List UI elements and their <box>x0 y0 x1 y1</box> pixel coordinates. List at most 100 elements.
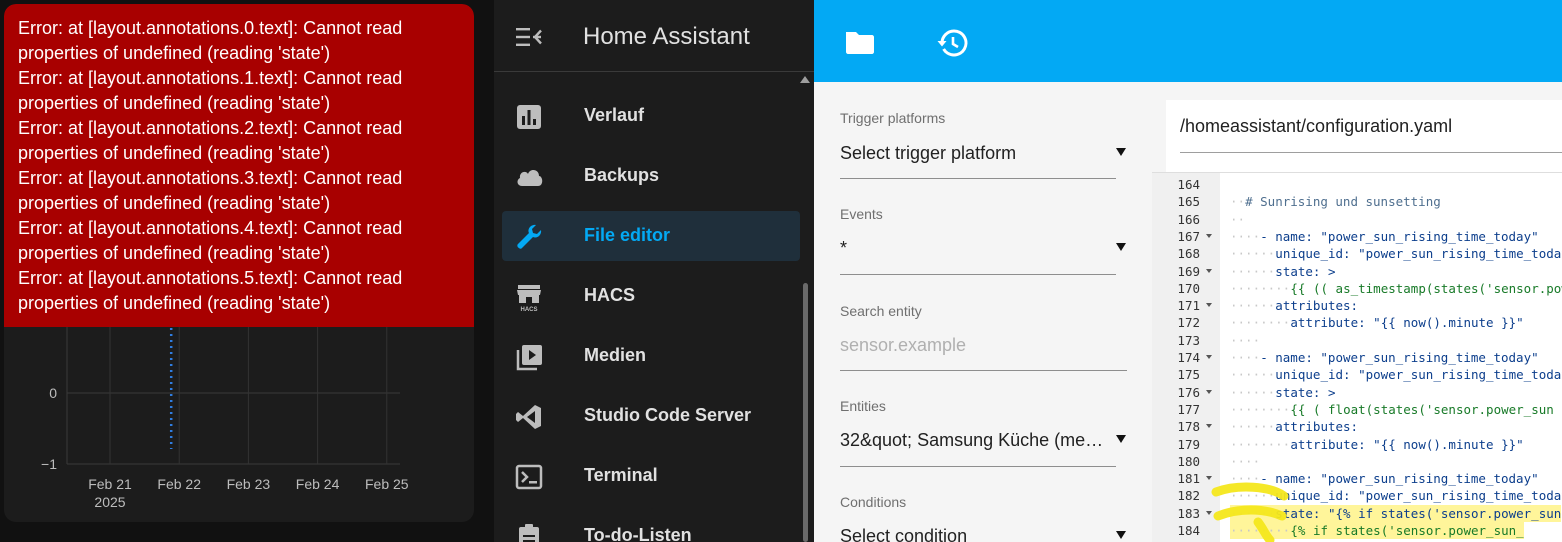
fold-arrow-icon[interactable] <box>1206 303 1212 308</box>
history-icon[interactable] <box>937 27 969 59</box>
fold-arrow-icon[interactable] <box>1206 233 1212 238</box>
indent-guide: ···· <box>1230 228 1261 244</box>
line-number: 166 <box>1177 211 1200 227</box>
sidebar-item-studio-code-server[interactable]: Studio Code Server <box>502 391 800 441</box>
sidebar-item-verlauf[interactable]: Verlauf <box>502 91 800 141</box>
error-line: Error: at [layout.annotations.4.text]: C… <box>18 218 403 263</box>
line-number: 168 <box>1177 246 1200 262</box>
sidebar-item-label: Medien <box>584 345 647 365</box>
fold-arrow-icon[interactable] <box>1206 424 1212 429</box>
code-line: 178 ······ attributes: <box>1152 418 1562 435</box>
y-tick-label: 0 <box>49 385 57 401</box>
code-line: 167 ···· - name: "power_sun_rising_time_to… <box>1152 228 1562 245</box>
file-editor-main: Trigger platforms Select trigger platfor… <box>814 0 1562 542</box>
indent-guide: ······ <box>1230 384 1276 400</box>
chevron-down-icon[interactable] <box>1116 435 1126 443</box>
sidebar-item-backups[interactable]: Backups <box>502 151 800 201</box>
code-line: 173 ···· <box>1152 332 1562 349</box>
code-text: attributes: <box>1275 419 1359 435</box>
line-number: 179 <box>1177 436 1200 452</box>
hacs-store-icon: HACS <box>514 282 544 313</box>
indent-guide: ········ <box>1230 436 1291 452</box>
app-title: Home Assistant <box>583 23 750 50</box>
svg-text:HACS: HACS <box>520 307 537 312</box>
sidebar-item-label: Terminal <box>584 465 658 485</box>
line-number: 180 <box>1177 453 1200 469</box>
code-line: 169 ······ state: > <box>1152 263 1562 280</box>
code-text: attributes: <box>1275 298 1359 314</box>
trigger-panel: Trigger platforms Select trigger platfor… <box>814 82 1150 542</box>
code-text: {% if states('sensor.power_sun_ <box>1290 522 1524 539</box>
sidebar-item-medien[interactable]: Medien <box>502 331 800 381</box>
error-line: Error: at [layout.annotations.3.text]: C… <box>18 168 403 213</box>
cloud-icon <box>514 162 544 192</box>
indent-guide: ·· <box>1230 194 1246 210</box>
sidebar-item-label: Verlauf <box>584 105 645 125</box>
code-text: attribute: "{{ now().minute }}" <box>1290 315 1524 331</box>
fold-arrow-icon[interactable] <box>1206 268 1212 273</box>
sidebar-item-label: Backups <box>584 165 660 185</box>
indent-guide: ······ <box>1230 367 1276 383</box>
indent-guide: ···· <box>1230 453 1261 469</box>
line-number: 165 <box>1177 194 1200 210</box>
line-number: 182 <box>1177 488 1200 504</box>
screen: new textnew textnew textnew textnew text… <box>0 0 1562 542</box>
line-number: 174 <box>1177 350 1200 365</box>
code-text: state: "{% if states('sensor.power_sun <box>1275 504 1562 522</box>
line-number: 178 <box>1177 419 1200 435</box>
trigger-platform-select[interactable]: Select trigger platform <box>840 143 1112 164</box>
line-number: 176 <box>1177 384 1200 400</box>
y-tick-label: −1 <box>41 456 57 472</box>
highlight-scribble <box>1211 482 1289 542</box>
sidebar-item-file-editor[interactable]: File editor <box>502 211 800 261</box>
sidebar-item-terminal[interactable]: Terminal <box>502 451 800 501</box>
line-number: 171 <box>1177 298 1200 314</box>
trigger-platforms-label: Trigger platforms <box>840 110 946 126</box>
field-underline <box>1180 152 1562 153</box>
code-text: - name: "power_sun_rising_time_today" <box>1260 471 1539 487</box>
code-line: 174 ···· - name: "power_sun_rising_time_to… <box>1152 349 1562 366</box>
sidebar-item-hacs[interactable]: HACS HACS <box>502 271 800 321</box>
indent-guide: ······ <box>1230 263 1276 279</box>
play-box-icon <box>514 342 544 372</box>
sidebar-item-label: HACS <box>584 285 636 305</box>
fold-arrow-icon[interactable] <box>1206 355 1212 359</box>
chevron-down-icon[interactable] <box>1116 148 1126 156</box>
entities-select[interactable]: 32&quot; Samsung Küche (media_player.sam… <box>840 430 1112 451</box>
code-text: - name: "power_sun_rising_time_today" <box>1260 228 1539 244</box>
chevron-down-icon[interactable] <box>1116 243 1126 251</box>
indent-guide: ······ <box>1230 419 1276 435</box>
fold-arrow-icon[interactable] <box>1206 389 1212 394</box>
scroll-up-arrow-icon[interactable] <box>800 76 810 83</box>
conditions-select[interactable]: Select condition <box>840 526 1112 542</box>
chevron-down-icon[interactable] <box>1116 531 1126 539</box>
sidebar-header: Home Assistant <box>494 0 814 72</box>
code-line: 171 ······ attributes: <box>1152 297 1562 314</box>
code-line: 180 ···· <box>1152 453 1562 470</box>
search-entity-input[interactable]: sensor.example <box>840 335 1112 356</box>
x-tick-label: Feb 22 <box>157 476 201 492</box>
line-number: 181 <box>1177 471 1200 487</box>
sidebar-item-label: Studio Code Server <box>584 405 752 425</box>
code-text: {{ ( float(states('sensor.power_sun <box>1290 401 1554 417</box>
indent-guide: ········ <box>1230 401 1291 417</box>
code-line: 172 ········ attribute: "{{ now().minute }… <box>1152 314 1562 331</box>
sidebar-item-label: File editor <box>584 225 671 245</box>
line-number: 175 <box>1177 367 1200 383</box>
code-text: unique_id: "power_sun_rising_time_today" <box>1275 488 1562 504</box>
line-number: 167 <box>1177 228 1200 244</box>
sidebar-scrollbar[interactable] <box>803 283 808 542</box>
x-tick-label: Feb 24 <box>296 476 340 492</box>
events-select[interactable]: * <box>840 238 1112 259</box>
line-number: 172 <box>1177 315 1200 331</box>
menu-collapse-icon[interactable] <box>514 24 544 50</box>
sidebar-item-to-do-listen[interactable]: To-do-Listen <box>502 511 800 542</box>
field-underline <box>840 370 1127 371</box>
error-line: Error: at [layout.annotations.5.text]: C… <box>18 268 403 313</box>
folder-icon[interactable] <box>844 28 876 56</box>
file-path-input[interactable]: /homeassistant/configuration.yaml <box>1180 116 1452 137</box>
wrench-icon <box>514 222 544 252</box>
conditions-label: Conditions <box>840 494 907 510</box>
code-line: 166 ·· <box>1152 211 1562 228</box>
code-line: 179 ········ attribute: "{{ now().minute }… <box>1152 436 1562 453</box>
